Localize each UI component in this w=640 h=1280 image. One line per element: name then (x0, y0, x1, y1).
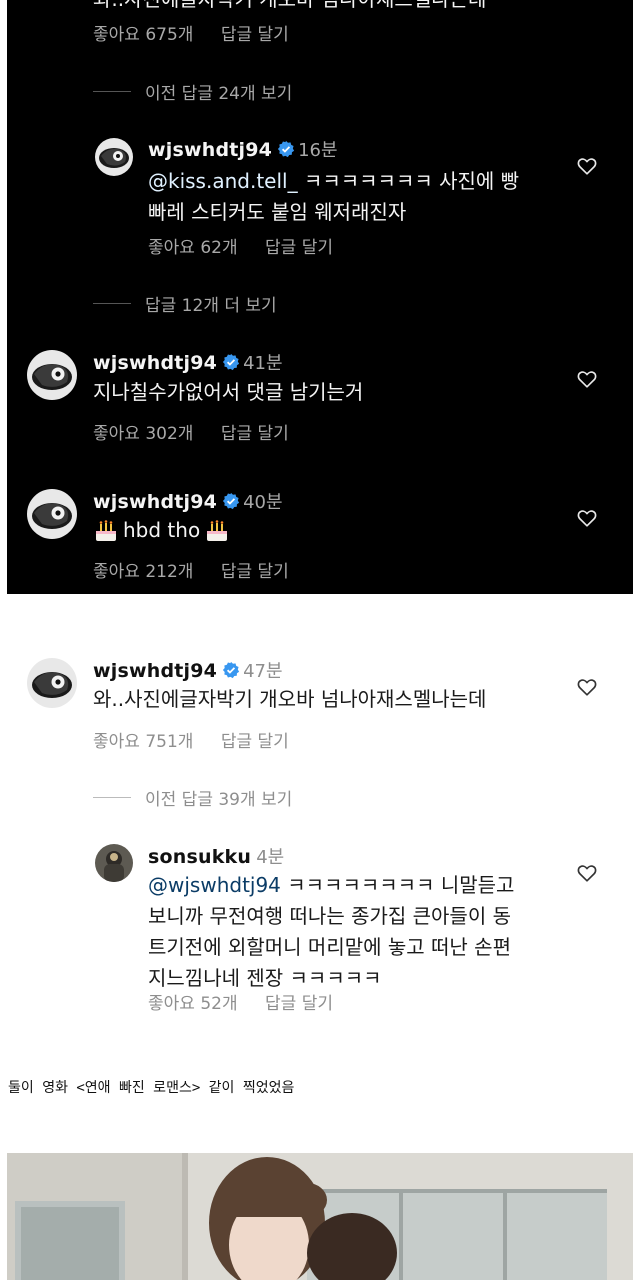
movie-still-photo (7, 1153, 633, 1280)
timestamp: 41분 (243, 353, 283, 374)
timestamp: 47분 (243, 661, 283, 682)
dark-comment-screenshot: 와..사진에글자박기 개오바 넘나아재스멜나는데 좋아요 675개 답글 달기 … (7, 0, 633, 594)
like-count: 좋아요 52개 (148, 994, 238, 1014)
heart-outline-icon[interactable] (576, 368, 598, 390)
reply-text-line: ㅋㅋㅋㅋㅋㅋㅋㅋ 니말듣고 (280, 873, 515, 897)
comment-meta: 좋아요 212개 답글 달기 (93, 557, 311, 582)
mention-link[interactable]: @wjswhdtj94 (148, 873, 281, 897)
avatar[interactable] (27, 489, 77, 539)
like-count: 좋아요 751개 (93, 732, 194, 752)
avatar[interactable] (27, 350, 77, 400)
heart-outline-icon[interactable] (576, 507, 598, 529)
username[interactable]: wjswhdtj94 (93, 491, 217, 513)
username[interactable]: wjswhdtj94 (148, 139, 272, 161)
divider-line (93, 303, 131, 304)
avatar[interactable] (27, 658, 77, 708)
avatar[interactable] (95, 138, 133, 176)
reply-button[interactable]: 답글 달기 (265, 238, 333, 258)
reply-button[interactable]: 답글 달기 (265, 994, 333, 1014)
heart-outline-icon[interactable] (576, 862, 598, 884)
reply-button[interactable]: 답글 달기 (221, 25, 289, 45)
verified-badge-icon (222, 492, 240, 510)
reply-button[interactable]: 답글 달기 (221, 424, 289, 444)
comment-text-body: hbd tho (123, 518, 201, 542)
top-comment-meta: 좋아요 675개 답글 달기 (93, 20, 311, 45)
verified-badge-icon (222, 661, 240, 679)
reply-meta: 좋아요 52개 답글 달기 (148, 989, 355, 1014)
reply-text: @wjswhdtj94 ㅋㅋㅋㅋㅋㅋㅋㅋ 니말듣고 보니까 무전여행 떠나는 종… (148, 870, 568, 994)
birthday-cake-icon (207, 519, 228, 541)
reply-text-line: ㅋㅋㅋㅋㅋㅋㅋ 사진에 빵 (297, 169, 520, 193)
top-comment-text: 와..사진에글자박기 개오바 넘나아재스멜나는데 (93, 0, 486, 15)
reply-button[interactable]: 답글 달기 (221, 732, 289, 752)
avatar-image (95, 138, 133, 176)
light-comment-screenshot: wjswhdtj94 47분 와..사진에글자박기 개오바 넘나아재스멜나는데 좋… (7, 640, 633, 1030)
reply-header: wjswhdtj94 16분 (148, 136, 338, 162)
reply-header: sonsukku 4분 (148, 843, 284, 869)
heart-outline-icon[interactable] (576, 155, 598, 177)
birthday-cake-icon (96, 519, 116, 541)
username[interactable]: wjswhdtj94 (93, 352, 217, 374)
comment-header: wjswhdtj94 47분 (93, 657, 283, 683)
like-count: 좋아요 675개 (93, 25, 194, 45)
comment-meta: 좋아요 751개 답글 달기 (93, 727, 311, 752)
username[interactable]: wjswhdtj94 (93, 660, 217, 682)
avatar-image (95, 844, 133, 882)
photo-illustration (7, 1153, 633, 1280)
comment-text: 지나칠수가없어서 댓글 남기는거 (93, 380, 364, 404)
verified-badge-icon (222, 353, 240, 371)
reply-text-line: 보니까 무전여행 떠나는 종가집 큰아들이 동 (148, 904, 511, 928)
divider-line (93, 797, 131, 798)
view-previous-replies-label: 이전 답글 39개 보기 (145, 790, 293, 810)
comment-text: 와..사진에글자박기 개오바 넘나아재스멜나는데 (93, 687, 487, 711)
timestamp: 16분 (298, 140, 338, 161)
reply-text-line: 트기전에 외할머니 머리맡에 놓고 떠난 손편 (148, 935, 511, 959)
reply-text: @kiss.and.tell_ ㅋㅋㅋㅋㅋㅋㅋ 사진에 빵 빠레 스티커도 붙임… (148, 166, 568, 228)
view-more-replies-label: 답글 12개 더 보기 (145, 296, 277, 316)
timestamp: 4분 (256, 847, 285, 868)
reply-text-line: 빠레 스티커도 붙임 웨저래진자 (148, 200, 407, 224)
post-caption: 둘이 영화 <연애 빠진 로맨스> 같이 찍었었음 (8, 1080, 295, 1096)
comment-text: hbd tho (93, 515, 230, 546)
avatar-image (27, 489, 77, 539)
avatar[interactable] (95, 844, 133, 882)
comment-header: wjswhdtj94 41분 (93, 349, 283, 375)
like-count: 좋아요 212개 (93, 562, 194, 582)
like-count: 좋아요 62개 (148, 238, 238, 258)
avatar-image (27, 350, 77, 400)
timestamp: 40분 (243, 492, 283, 513)
username[interactable]: sonsukku (148, 846, 251, 868)
reply-meta: 좋아요 62개 답글 달기 (148, 233, 355, 258)
view-more-replies[interactable]: 답글 12개 더 보기 (93, 291, 277, 316)
view-previous-replies[interactable]: 이전 답글 24개 보기 (93, 79, 292, 104)
mention-link[interactable]: @kiss.and.tell_ (148, 169, 298, 193)
reply-button[interactable]: 답글 달기 (221, 562, 289, 582)
like-count: 좋아요 302개 (93, 424, 194, 444)
view-previous-replies[interactable]: 이전 답글 39개 보기 (93, 785, 292, 810)
comment-header: wjswhdtj94 40분 (93, 488, 283, 514)
heart-outline-icon[interactable] (576, 676, 598, 698)
divider-line (93, 91, 131, 92)
avatar-image (27, 658, 77, 708)
comment-meta: 좋아요 302개 답글 달기 (93, 419, 311, 444)
verified-badge-icon (277, 140, 295, 158)
view-previous-replies-label: 이전 답글 24개 보기 (145, 84, 293, 104)
